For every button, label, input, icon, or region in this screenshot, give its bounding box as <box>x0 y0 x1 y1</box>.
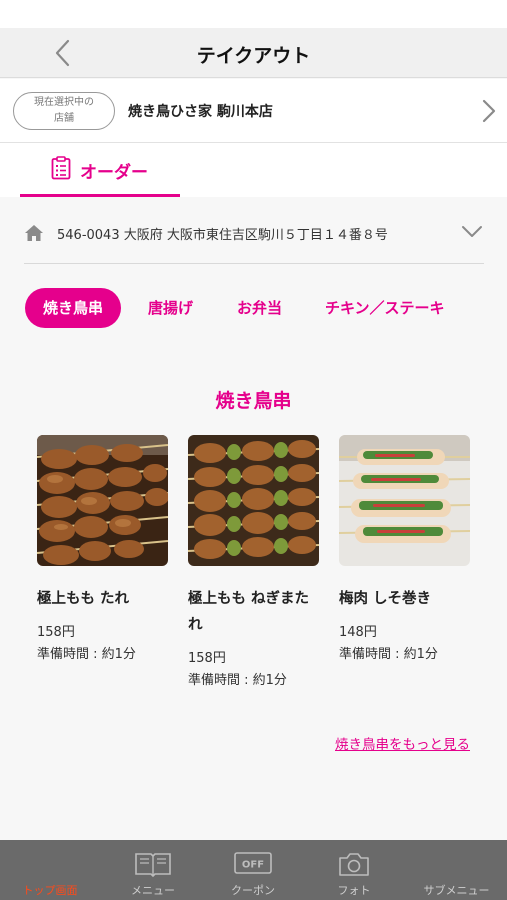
nav-top[interactable]: トップ画面 <box>0 840 100 900</box>
category-yakitori[interactable]: 焼き鳥串 <box>25 288 122 328</box>
nav-coupon-label: クーポン <box>231 884 275 897</box>
product-price: 158円 <box>188 651 226 666</box>
product-prep-time: 準備時間 : 約1分 <box>339 647 438 662</box>
coupon-off-icon: OFF <box>234 852 272 874</box>
product-image[interactable] <box>188 435 319 566</box>
nav-photo-label: フォト <box>337 884 371 897</box>
section-title: 焼き鳥串 <box>215 390 292 412</box>
book-icon <box>135 853 171 878</box>
product-image[interactable] <box>37 435 168 566</box>
camera-icon <box>339 853 369 876</box>
product-card[interactable]: 極上もも たれ 158円 準備時間 : 約1分 <box>37 435 169 666</box>
store-name: 焼き鳥ひさ家 駒川本店 <box>128 104 273 120</box>
nav-menu[interactable]: メニュー <box>103 840 203 900</box>
category-chicken-steak[interactable]: チキン／ステーキ <box>325 288 445 328</box>
category-karaage[interactable]: 唐揚げ <box>148 288 193 328</box>
bottom-navigation: トップ画面 メニュー OFF クーポン フォト サブメニュー <box>0 840 507 900</box>
category-tabs: 焼き鳥串 唐揚げ お弁当 チキン／ステーキ <box>0 288 507 330</box>
nav-submenu-label: サブメニュー <box>423 884 490 897</box>
nav-menu-label: メニュー <box>131 884 175 897</box>
tab-order[interactable]: オーダー <box>20 143 180 197</box>
page-title: テイクアウト <box>196 45 311 67</box>
chevron-down-icon[interactable] <box>461 225 483 239</box>
store-address: 546-0043 大阪府 大阪市東住吉区駒川５丁目１４番８号 <box>57 228 388 243</box>
product-prep-time: 準備時間 : 約1分 <box>37 647 136 662</box>
product-prep-time: 準備時間 : 約1分 <box>188 673 287 688</box>
selected-store-row[interactable]: 現在選択中の 店舗 焼き鳥ひさ家 駒川本店 <box>0 79 507 143</box>
product-name: 極上もも ねぎまたれ <box>188 591 310 633</box>
chevron-right-icon <box>482 99 496 123</box>
product-image[interactable] <box>339 435 470 566</box>
shiso-ume-skewers-image <box>339 435 470 566</box>
tab-order-label: オーダー <box>80 163 148 183</box>
see-more-link[interactable]: 焼き鳥串をもっと見る <box>335 733 470 753</box>
svg-text:OFF: OFF <box>242 860 264 871</box>
current-store-badge: 現在選択中の 店舗 <box>13 92 115 130</box>
nav-top-label: トップ画面 <box>22 884 78 897</box>
nav-coupon[interactable]: OFF クーポン <box>203 840 303 900</box>
address-row[interactable]: 546-0043 大阪府 大阪市東住吉区駒川５丁目１４番８号 <box>24 210 484 264</box>
order-list-icon <box>51 156 71 180</box>
nav-submenu[interactable]: サブメニュー <box>406 840 507 900</box>
navigation-bar: テイクアウト <box>0 28 507 78</box>
product-card[interactable]: 極上もも ねぎまたれ 158円 準備時間 : 約1分 <box>188 435 320 692</box>
category-bento[interactable]: お弁当 <box>237 288 282 328</box>
home-icon <box>25 225 43 241</box>
negima-skewers-image <box>188 435 319 566</box>
status-bar <box>0 0 507 28</box>
product-card[interactable]: 梅肉 しそ巻き 148円 準備時間 : 約1分 <box>339 435 471 666</box>
product-name: 梅肉 しそ巻き <box>339 591 432 607</box>
product-price: 148円 <box>339 625 377 640</box>
nav-photo[interactable]: フォト <box>304 840 404 900</box>
product-price: 158円 <box>37 625 75 640</box>
product-name: 極上もも たれ <box>37 591 130 607</box>
tab-bar: オーダー <box>0 143 507 197</box>
grilled-skewers-image <box>37 435 168 566</box>
